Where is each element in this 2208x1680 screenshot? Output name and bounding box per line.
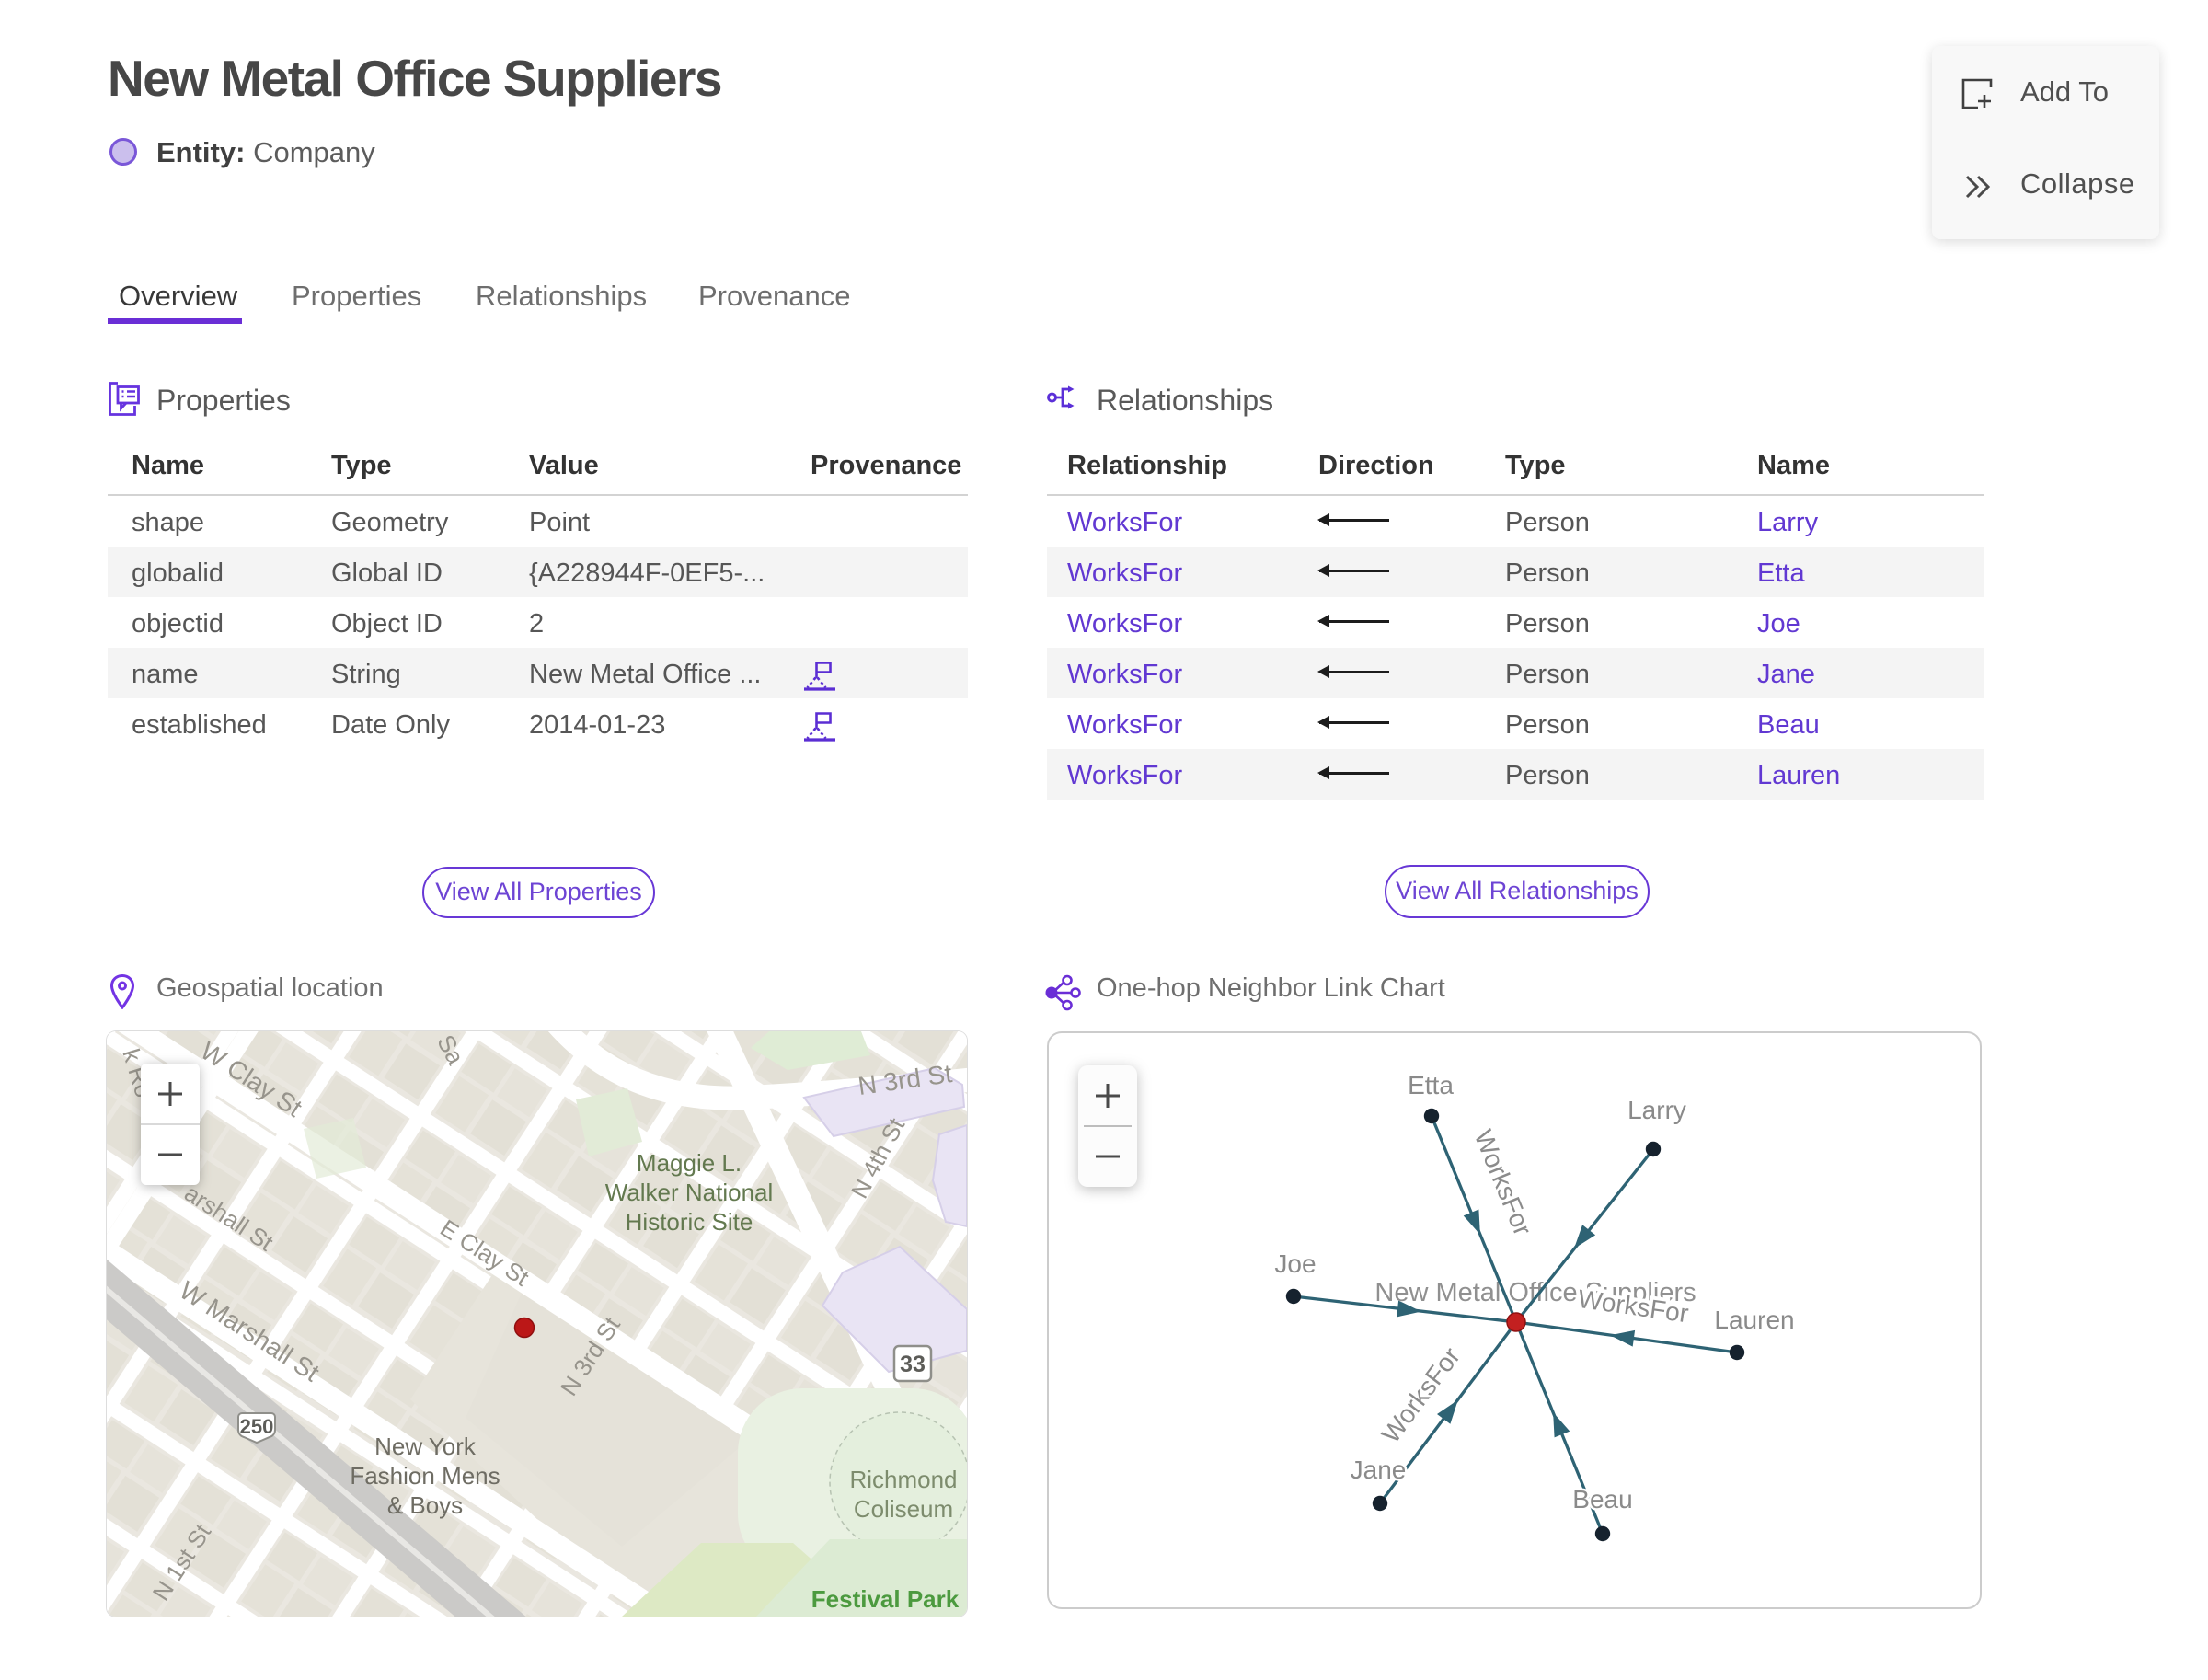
svg-text:Beau: Beau: [1572, 1485, 1632, 1513]
svg-text:WorksFor: WorksFor: [1376, 1342, 1466, 1448]
svg-text:Jane: Jane: [1351, 1456, 1407, 1484]
svg-text:Maggie L.: Maggie L.: [637, 1149, 742, 1177]
svg-text:Festival Park: Festival Park: [811, 1585, 960, 1613]
svg-text:Larry: Larry: [1627, 1096, 1686, 1124]
svg-text:Coliseum: Coliseum: [854, 1495, 953, 1523]
svg-text:New York: New York: [374, 1433, 477, 1460]
svg-text:Joe: Joe: [1274, 1249, 1316, 1278]
svg-text:33: 33: [900, 1352, 926, 1377]
svg-text:Walker National: Walker National: [605, 1179, 774, 1206]
svg-text:Richmond: Richmond: [849, 1466, 957, 1493]
svg-text:Etta: Etta: [1408, 1071, 1454, 1099]
svg-text:250: 250: [240, 1415, 274, 1438]
svg-text:Historic Site: Historic Site: [626, 1208, 753, 1236]
svg-text:Lauren: Lauren: [1714, 1306, 1794, 1334]
svg-text:Fashion Mens: Fashion Mens: [350, 1462, 500, 1490]
svg-text:& Boys: & Boys: [387, 1491, 463, 1519]
